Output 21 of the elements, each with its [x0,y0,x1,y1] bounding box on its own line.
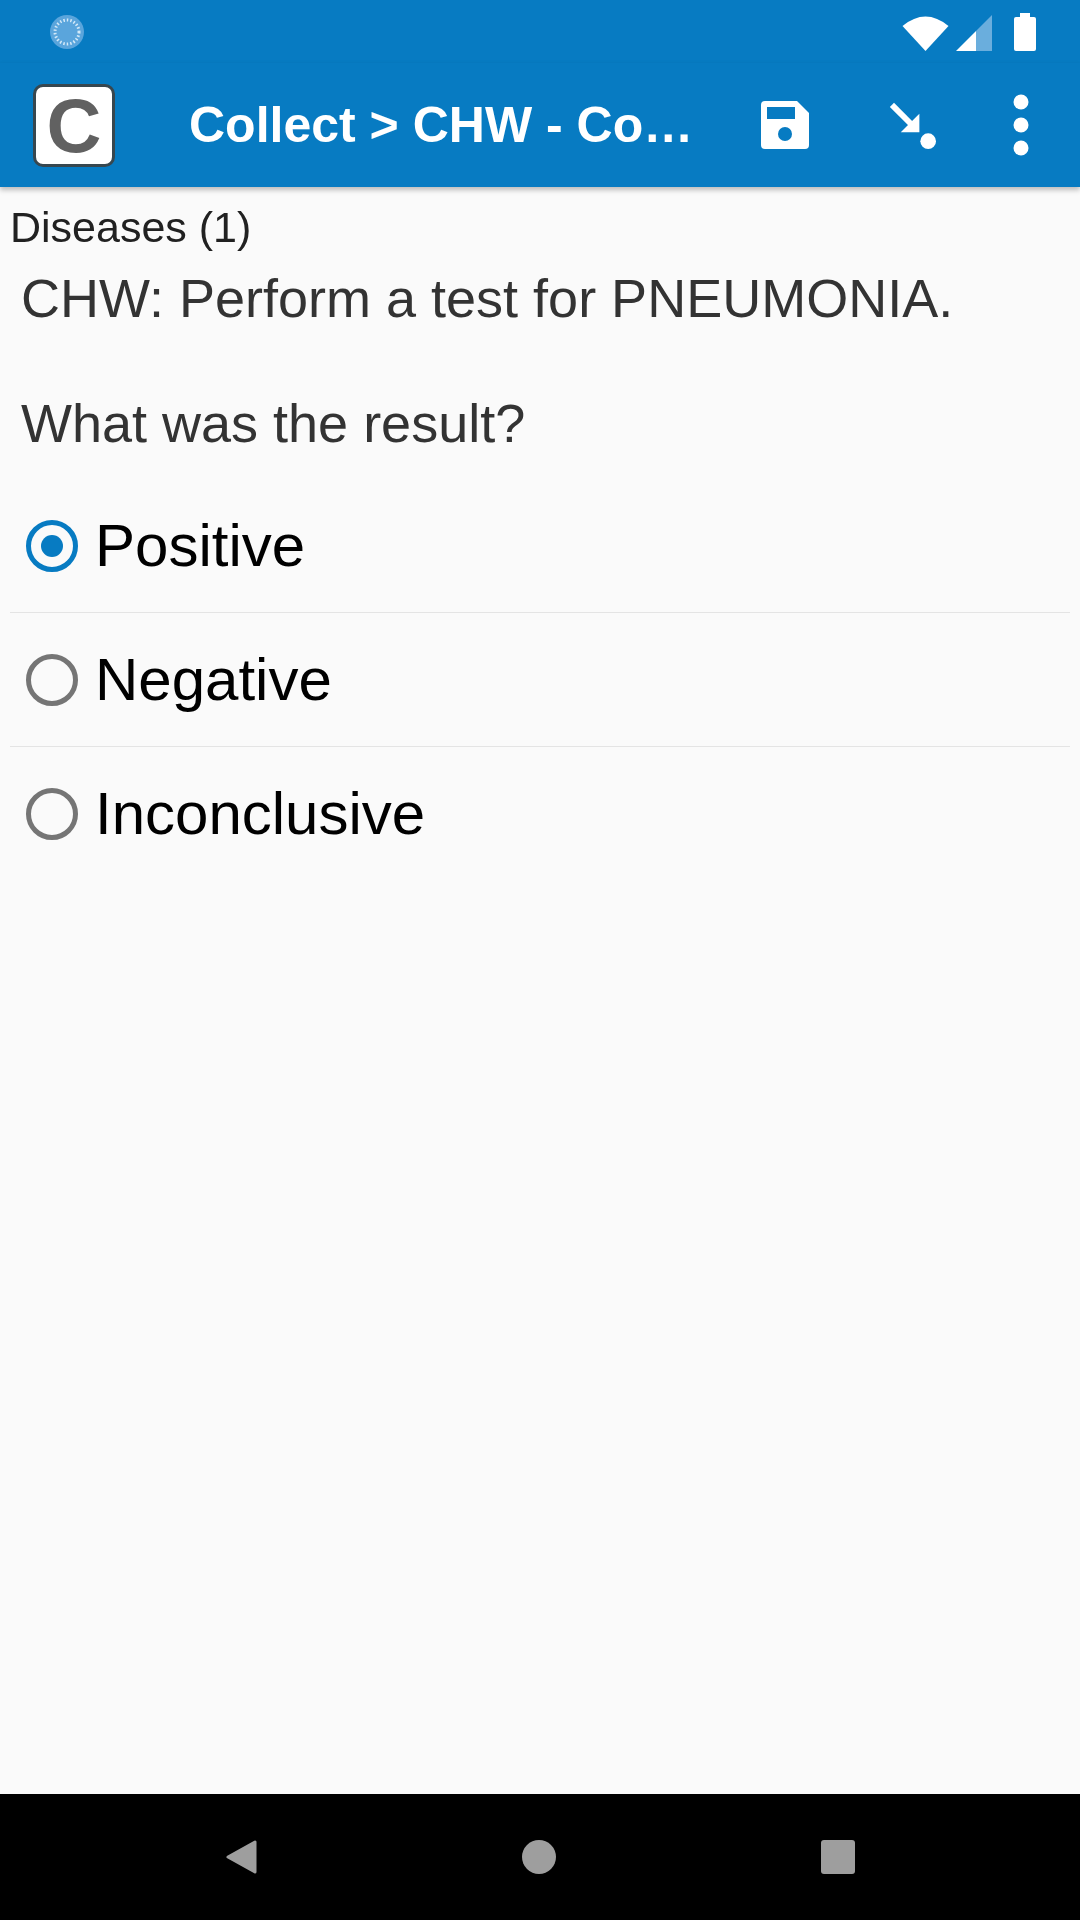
home-icon [522,1840,556,1874]
app-logo: C [33,83,115,167]
option-label[interactable]: Inconclusive [95,779,426,849]
back-icon [225,1839,257,1875]
toolbar-title: Collect > CHW - Co… [189,96,695,154]
overflow-menu-icon [1013,94,1029,156]
wifi-icon [902,14,949,51]
arrow-dot-icon [888,101,936,149]
spinner-icon [49,13,85,50]
signal-icon [956,14,992,51]
question-text: What was the result? [21,392,527,455]
option-label[interactable]: Negative [95,644,332,715]
radio-button[interactable] [26,653,78,706]
group-label: Diseases (1) [10,202,253,252]
radio-button[interactable] [26,788,78,840]
recents-icon [821,1840,855,1874]
battery-icon [1014,12,1036,51]
option-label[interactable]: Positive [95,510,306,581]
radio-button[interactable] [26,519,78,572]
save-icon [761,101,809,149]
prompt-text: CHW: Perform a test for PNEUMONIA. [21,267,955,330]
